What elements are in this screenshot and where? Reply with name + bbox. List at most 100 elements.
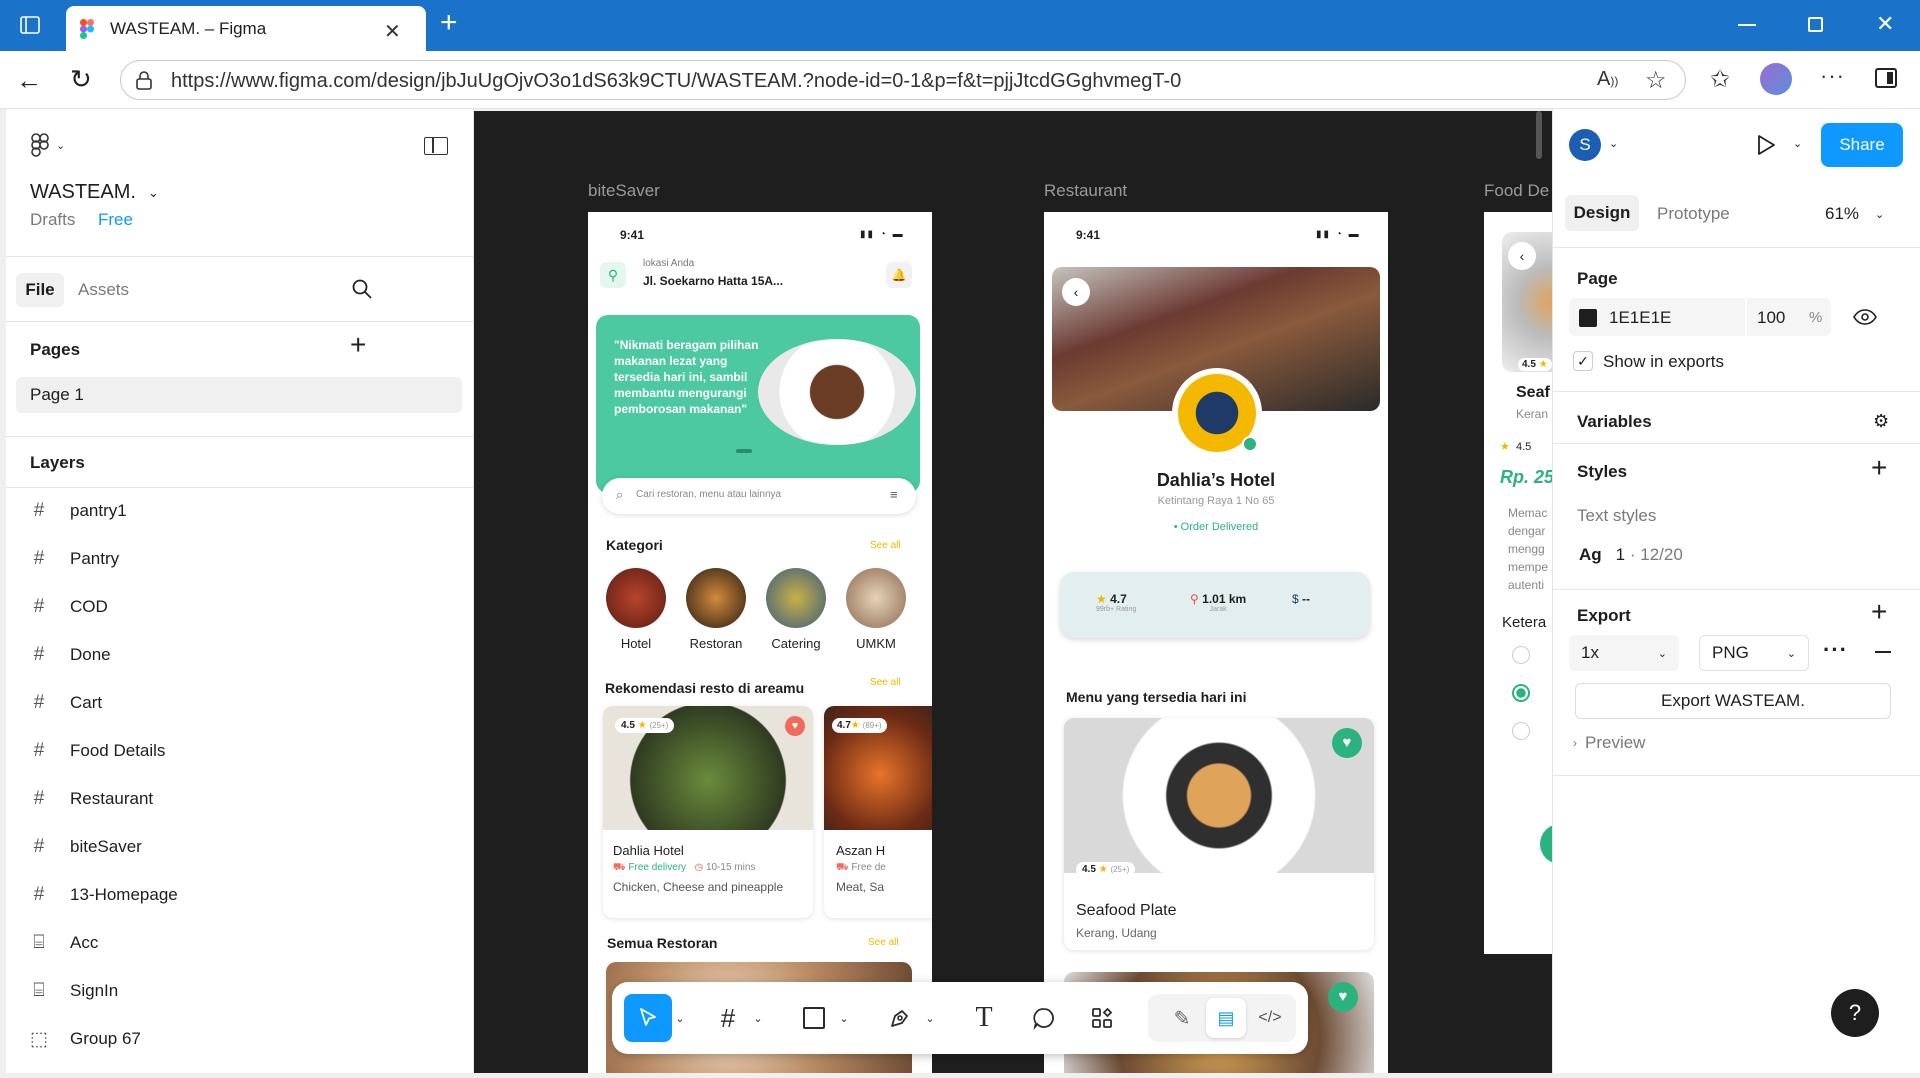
search-icon[interactable] (352, 279, 372, 299)
chevron-down-icon[interactable]: ⌄ (750, 998, 766, 1038)
variables-icon[interactable]: ⚙ (1873, 411, 1889, 432)
favorite-icon: ♥ (785, 716, 805, 736)
add-page-icon[interactable]: + (350, 329, 366, 361)
plan-badge[interactable]: Free (98, 210, 133, 230)
food-details-frame[interactable]: ‹ 4.5 ★ Seaf Keran ★ 4.5 Rp. 25 Memac de… (1484, 212, 1552, 954)
move-tool-button[interactable] (624, 994, 672, 1042)
export-button[interactable]: Export WASTEAM. (1575, 683, 1891, 719)
back-icon[interactable]: ← (16, 67, 42, 93)
layer-item[interactable]: ⌸ Acc (30, 923, 98, 963)
tab-actions-icon[interactable] (18, 13, 42, 37)
layer-item[interactable]: # pantry1 (30, 491, 127, 531)
export-format-dropdown[interactable]: PNG ⌄ (1699, 635, 1809, 671)
chevron-down-icon[interactable]: ⌄ (672, 998, 688, 1038)
more-icon[interactable]: ··· (1820, 63, 1845, 89)
layer-item[interactable]: # Cart (30, 683, 102, 723)
search-box[interactable]: ⌕ Cari restoran, menu atau lainnya ≡ (602, 478, 916, 514)
layer-label: COD (70, 597, 108, 616)
chevron-down-icon: ⌄ (56, 139, 66, 152)
text-styles-label: Text styles (1577, 506, 1657, 525)
layer-item[interactable]: # COD (30, 587, 108, 627)
tab-design[interactable]: Design (1565, 195, 1639, 231)
frame-tool-button[interactable]: # (708, 998, 748, 1038)
canvas[interactable]: biteSaver Restaurant Food De 9:41 ▮▮ ◔ ▬… (474, 111, 1552, 1073)
drafts-link[interactable]: Drafts (30, 210, 75, 230)
read-aloud-icon[interactable]: A)) (1597, 68, 1618, 91)
tab-file-label: File (25, 280, 55, 299)
page-opacity-value: 100 (1757, 308, 1786, 327)
layer-item[interactable]: #13-Homepage (30, 875, 178, 915)
panel-layout-icon[interactable] (424, 137, 448, 155)
chevron-down-icon[interactable]: ⌄ (922, 998, 938, 1038)
eye-icon[interactable] (1853, 309, 1877, 325)
frame-label[interactable]: Restaurant (1044, 181, 1127, 201)
draw-mode-button[interactable]: ✎ (1162, 998, 1202, 1038)
restore-icon[interactable] (1808, 17, 1823, 32)
export-settings-icon[interactable]: ··· (1823, 637, 1848, 663)
refresh-icon[interactable]: ↻ (70, 66, 92, 92)
chevron-down-icon[interactable]: ⌄ (1793, 137, 1802, 150)
bitesaver-frame[interactable]: 9:41 ▮▮ ◔ ▬ ⚲ lokasi Anda Jl. Soekarno H… (588, 212, 932, 1073)
favorite-star-icon[interactable]: ☆ (1645, 66, 1667, 95)
window-close-icon[interactable]: ✕ (1876, 11, 1894, 37)
show-in-exports-checkbox[interactable]: ✓ (1573, 351, 1593, 371)
dev-mode-button[interactable]: </> (1250, 998, 1290, 1038)
page-item[interactable]: Page 1 (16, 377, 462, 413)
tab-prototype[interactable]: Prototype (1657, 204, 1730, 224)
banner-text: "Nikmati beragam pilihan makanan lezat y… (614, 338, 759, 416)
layer-item[interactable]: ⌸ SignIn (30, 971, 118, 1011)
chevron-down-icon[interactable]: ⌄ (1609, 137, 1618, 150)
resources-tool-button[interactable] (1082, 998, 1122, 1038)
pen-tool-button[interactable] (880, 998, 920, 1038)
rating-value: 4.5 (1522, 359, 1536, 370)
text-style-item[interactable]: Ag 1 · 12/20 (1579, 545, 1683, 565)
add-export-icon[interactable]: + (1871, 596, 1887, 628)
file-name-button[interactable]: WASTEAM. ⌄ (30, 181, 159, 204)
restaurant-frame[interactable]: 9:41 ▮▮ ◔ ▬ ‹ Dahlia’s Hotel Ketintang R… (1044, 212, 1388, 1073)
layer-item[interactable]: ⬚ Group 67 (30, 1019, 141, 1059)
layer-item[interactable]: # Food Details (30, 731, 166, 771)
favorites-icon[interactable]: ✩ (1710, 65, 1730, 94)
restaurant-desc: Meat, Sa (836, 880, 885, 894)
preview-toggle[interactable]: › Preview (1573, 733, 1645, 753)
favorite-icon: ♥ (1332, 728, 1362, 758)
layer-item[interactable]: # Pantry (30, 539, 119, 579)
layer-item[interactable]: # Done (30, 635, 111, 675)
category-restoran: Restoran (686, 568, 746, 651)
main-menu-button[interactable]: ⌄ (30, 133, 65, 157)
export-scale-dropdown[interactable]: 1x ⌄ (1569, 635, 1679, 671)
zoom-dropdown[interactable]: 61% ⌄ (1825, 204, 1884, 224)
avatar[interactable]: S (1569, 129, 1601, 161)
design-mode-button[interactable]: ▤ (1206, 998, 1246, 1038)
share-button[interactable]: Share (1821, 123, 1903, 167)
layer-item[interactable]: # Restaurant (30, 779, 153, 819)
profile-avatar[interactable] (1760, 63, 1792, 95)
minimize-icon[interactable] (1738, 24, 1756, 26)
comment-tool-button[interactable] (1024, 998, 1064, 1038)
layer-item[interactable]: # biteSaver (30, 827, 142, 867)
see-all-link: See all (870, 677, 901, 688)
color-swatch (1579, 309, 1597, 327)
frame-icon: # (33, 644, 45, 665)
canvas-scrollbar[interactable] (1536, 111, 1542, 159)
tab-file[interactable]: File (16, 273, 64, 307)
rating-count: (25+) (1110, 865, 1130, 874)
chevron-down-icon[interactable]: ⌄ (836, 998, 852, 1038)
chevron-right-icon: › (1573, 736, 1577, 750)
frame-label[interactable]: biteSaver (588, 181, 660, 201)
remove-export-icon[interactable] (1875, 651, 1891, 653)
help-button[interactable]: ? (1831, 989, 1879, 1037)
present-icon[interactable] (1755, 133, 1777, 157)
frame-label[interactable]: Food De (1484, 181, 1549, 201)
add-style-icon[interactable]: + (1871, 452, 1887, 484)
rectangle-tool-button[interactable] (794, 998, 834, 1038)
browser-tab[interactable]: WASTEAM. – Figma ✕ (66, 6, 426, 51)
sidebar-toggle-icon[interactable] (1875, 68, 1897, 88)
page-color-field[interactable]: 1E1E1E 100 % (1569, 298, 1831, 336)
text-tool-button[interactable]: T (964, 998, 1004, 1038)
url-field[interactable]: https://www.figma.com/design/jbJuUgOjvO3… (120, 60, 1686, 100)
new-tab-icon[interactable]: + (440, 6, 458, 40)
status-time: 9:41 (1076, 228, 1101, 242)
tab-close-icon[interactable]: ✕ (384, 19, 401, 44)
tab-assets[interactable]: Assets (78, 280, 129, 300)
